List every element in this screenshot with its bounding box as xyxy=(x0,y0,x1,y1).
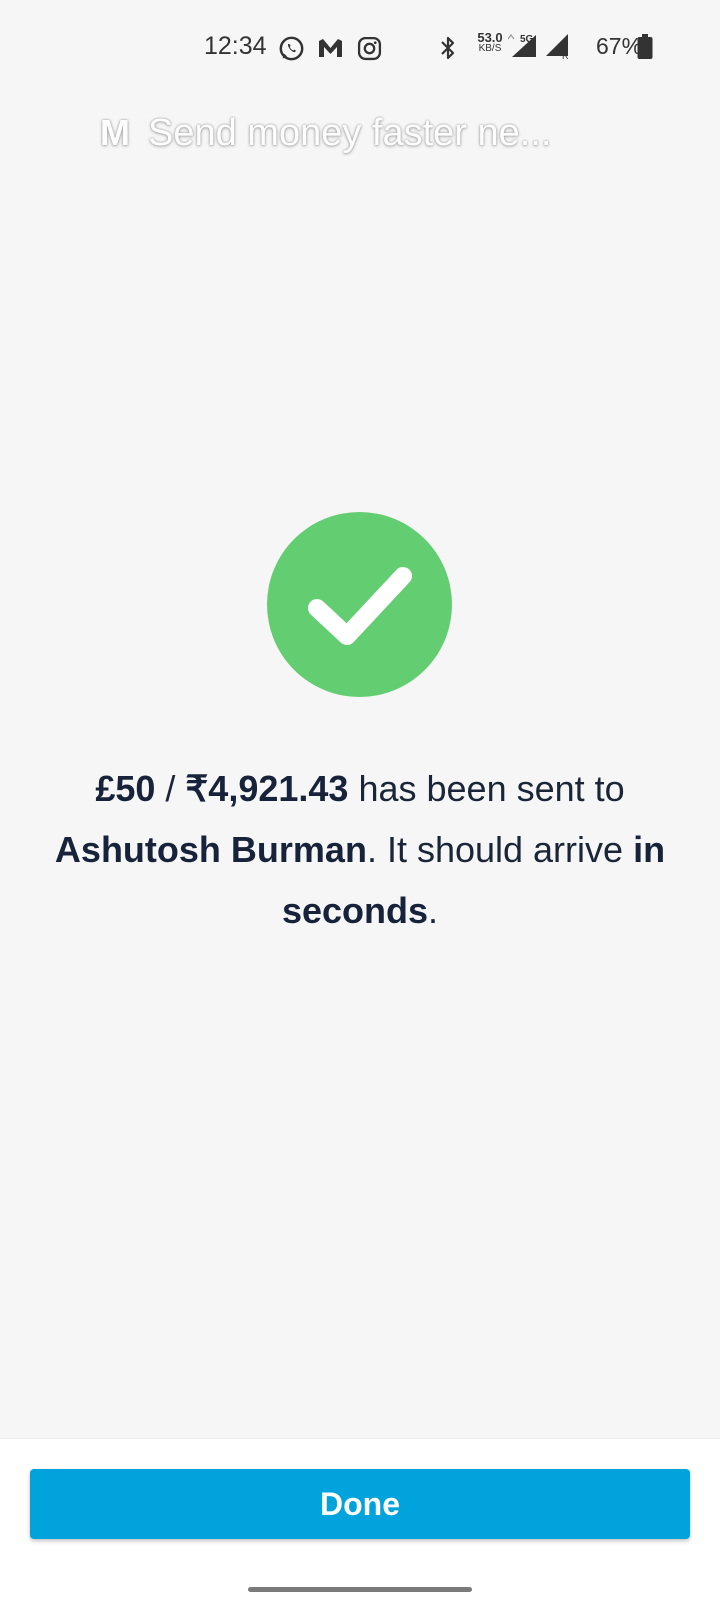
status-bar: 12:34 53.0 KB/S 5G R 67% xyxy=(0,0,720,96)
net-speed-value: 53.0 xyxy=(477,30,503,45)
message-text-2: . It should arrive xyxy=(366,829,634,870)
home-indicator[interactable] xyxy=(248,1587,472,1592)
amount-separator: / xyxy=(155,768,186,809)
signal-icon xyxy=(508,32,538,60)
message-text-3: . xyxy=(428,890,439,931)
notification-banner: M Send money faster ne... xyxy=(100,108,700,158)
bottom-action-bar: Done xyxy=(0,1438,720,1600)
screen: 12:34 53.0 KB/S 5G R 67% M Send money fa… xyxy=(0,0,720,1600)
amount-inr: ₹4,921.43 xyxy=(185,768,349,809)
net-speed: 53.0 KB/S xyxy=(472,30,508,54)
bluetooth-icon xyxy=(434,34,462,62)
battery-icon xyxy=(635,33,655,61)
done-button[interactable]: Done xyxy=(30,1469,690,1539)
success-check-icon xyxy=(267,512,452,697)
amount-gbp: £50 xyxy=(95,768,156,809)
recipient-name: Ashutosh Burman xyxy=(54,829,367,870)
status-time: 12:34 xyxy=(204,32,267,60)
app-logo: M xyxy=(100,112,130,153)
instagram-icon xyxy=(355,34,383,62)
svg-text:R: R xyxy=(562,51,569,60)
confirmation-message: £50 / ₹4,921.43 has been sent to Ashutos… xyxy=(40,758,680,941)
notification-title: Send money faster ne... xyxy=(148,111,552,154)
signal-roaming-icon: R xyxy=(544,32,574,60)
message-text-1: has been sent to xyxy=(348,768,625,809)
m-app-icon xyxy=(316,34,344,62)
whatsapp-icon xyxy=(277,34,305,62)
